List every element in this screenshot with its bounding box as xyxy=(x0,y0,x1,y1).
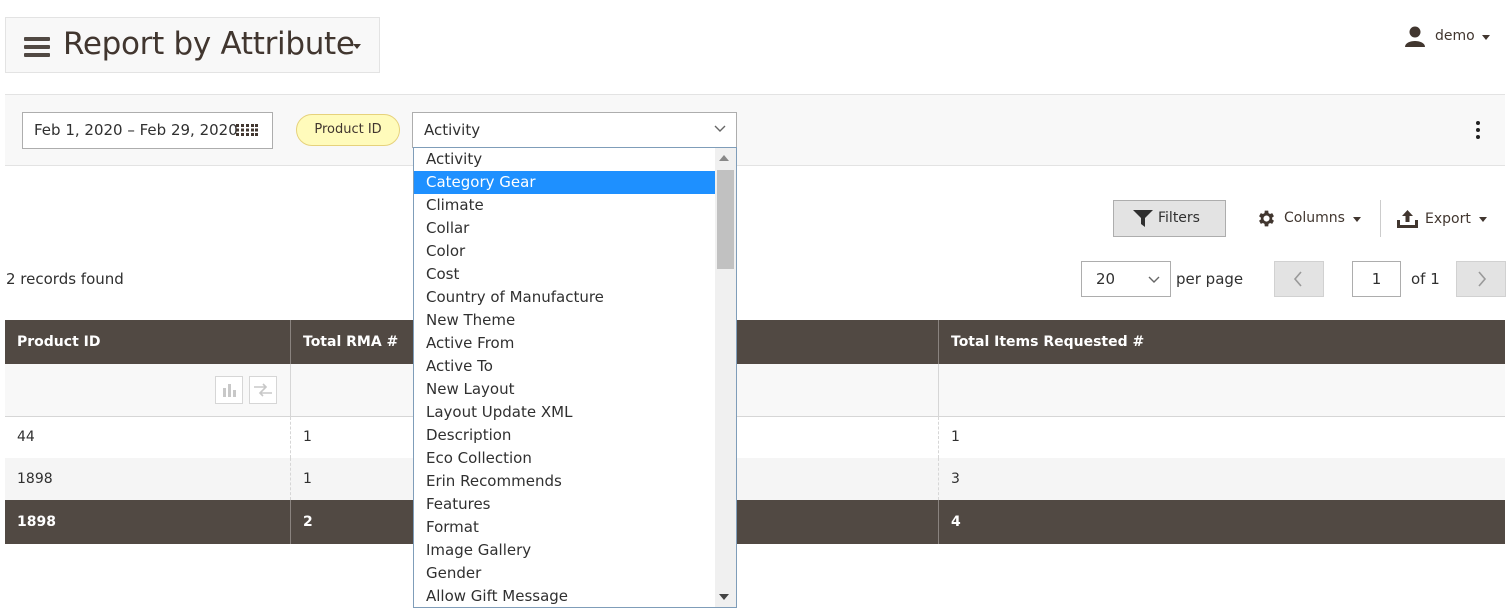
date-range-text[interactable]: Feb 1, 2020 – Feb 29, 2020 xyxy=(34,121,238,139)
option-features[interactable]: Features xyxy=(414,493,715,516)
total-items: 4 xyxy=(951,514,961,530)
scrollbar-thumb[interactable] xyxy=(717,170,734,269)
table-row: 1898 1 3 xyxy=(5,458,1505,500)
option-new-layout[interactable]: New Layout xyxy=(414,378,715,401)
option-active-to[interactable]: Active To xyxy=(414,355,715,378)
chevron-down-icon[interactable] xyxy=(1148,274,1160,284)
export-icon[interactable] xyxy=(1397,210,1418,228)
option-format[interactable]: Format xyxy=(414,516,715,539)
caret-down-icon[interactable] xyxy=(1479,217,1487,222)
records-count: 2 records found xyxy=(6,270,124,288)
option-climate[interactable]: Climate xyxy=(414,194,715,217)
option-description[interactable]: Description xyxy=(414,424,715,447)
total-product-id: 1898 xyxy=(5,500,291,544)
cell-total-items: 3 xyxy=(951,471,960,487)
calendar-icon[interactable] xyxy=(236,124,258,136)
grid-header-row: Product ID Total RMA # Total Items Reque… xyxy=(5,320,1505,364)
option-active-from[interactable]: Active From xyxy=(414,332,715,355)
attribute-dropdown-list[interactable]: Activity Category Gear Climate Collar Co… xyxy=(413,147,737,608)
option-category-gear[interactable]: Category Gear xyxy=(414,171,715,194)
option-cost[interactable]: Cost xyxy=(414,263,715,286)
chevron-left-icon[interactable] xyxy=(1292,270,1304,288)
filter-icon xyxy=(1133,210,1153,227)
scroll-up-icon[interactable] xyxy=(719,155,729,161)
cell-product-id: 44 xyxy=(5,417,291,458)
per-page-value[interactable]: 20 xyxy=(1096,270,1115,288)
totals-row: 1898 2 4 xyxy=(5,500,1505,544)
cell-product-id: 1898 xyxy=(5,458,291,500)
caret-down-icon[interactable] xyxy=(1353,217,1361,222)
divider xyxy=(1380,200,1381,237)
chevron-right-icon[interactable] xyxy=(1476,270,1488,288)
option-layout-update-xml[interactable]: Layout Update XML xyxy=(414,401,715,424)
option-image-gallery[interactable]: Image Gallery xyxy=(414,539,715,562)
attribute-select-value[interactable]: Activity xyxy=(424,121,480,139)
option-eco-collection[interactable]: Eco Collection xyxy=(414,447,715,470)
filters-label[interactable]: Filters xyxy=(1158,210,1200,226)
filter-cell xyxy=(939,364,1505,416)
columns-label[interactable]: Columns xyxy=(1284,210,1345,226)
option-collar[interactable]: Collar xyxy=(414,217,715,240)
product-id-badge[interactable]: Product ID xyxy=(296,114,400,146)
option-new-theme[interactable]: New Theme xyxy=(414,309,715,332)
menu-icon[interactable] xyxy=(24,37,50,57)
user-name[interactable]: demo xyxy=(1435,28,1475,44)
swap-icon[interactable] xyxy=(249,376,277,404)
page-total-label: of 1 xyxy=(1411,270,1440,288)
chart-icon[interactable] xyxy=(215,376,243,404)
chevron-down-icon[interactable] xyxy=(714,123,726,133)
grid-filter-row xyxy=(5,364,1505,417)
filter-cell xyxy=(5,364,291,416)
page-number-input[interactable]: 1 xyxy=(1352,261,1401,297)
column-header-product-id[interactable]: Product ID xyxy=(5,320,291,364)
gear-icon[interactable] xyxy=(1256,208,1277,229)
scroll-down-icon[interactable] xyxy=(719,594,729,600)
option-erin-recommends[interactable]: Erin Recommends xyxy=(414,470,715,493)
option-country-of-manufacture[interactable]: Country of Manufacture xyxy=(414,286,715,309)
page-title[interactable]: Report by Attribute xyxy=(63,26,355,62)
column-header-total-items[interactable]: Total Items Requested # xyxy=(939,320,1505,364)
caret-down-icon[interactable] xyxy=(353,44,361,49)
option-gender[interactable]: Gender xyxy=(414,562,715,585)
option-color[interactable]: Color xyxy=(414,240,715,263)
option-allow-gift-message[interactable]: Allow Gift Message xyxy=(414,585,715,607)
user-icon[interactable] xyxy=(1404,26,1426,48)
per-page-label: per page xyxy=(1176,270,1244,288)
table-row: 44 1 1 xyxy=(5,417,1505,458)
export-label[interactable]: Export xyxy=(1425,211,1471,227)
caret-down-icon[interactable] xyxy=(1482,35,1490,40)
option-activity[interactable]: Activity xyxy=(414,148,715,171)
cell-total-items: 1 xyxy=(951,429,960,445)
more-options-icon[interactable] xyxy=(1476,121,1482,141)
